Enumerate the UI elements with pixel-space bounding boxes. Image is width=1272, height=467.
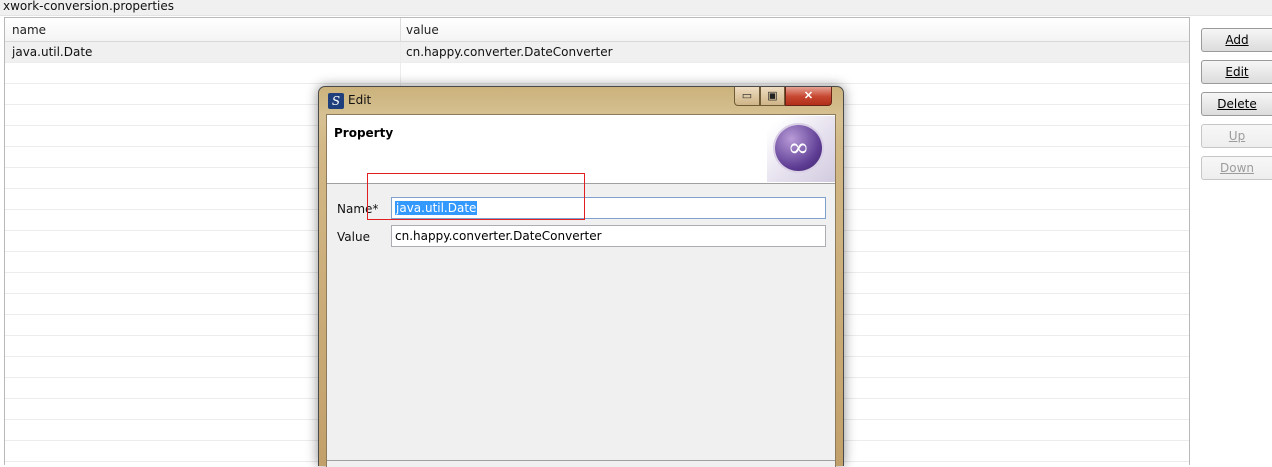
down-button[interactable]: Down (1201, 156, 1272, 180)
name-field-value: java.util.Date (395, 201, 478, 215)
dialog-titlebar[interactable]: S Edit ▭ ▣ ✕ (319, 87, 843, 114)
dialog-header: Property ∞ (327, 115, 835, 184)
dialog-client: Property ∞ Name* java.util.Date Value cn… (326, 114, 836, 467)
name-label: Name* (337, 202, 379, 216)
close-icon[interactable]: ✕ (785, 87, 832, 106)
table-header: name value (5, 18, 1189, 42)
cell-name (5, 63, 401, 84)
dialog-separator (327, 460, 835, 461)
file-title: xwork-conversion.properties (0, 0, 1272, 16)
dialog-title: Edit (348, 93, 372, 107)
delete-button[interactable]: Delete (1201, 92, 1272, 116)
table-row[interactable] (5, 63, 1189, 84)
banner-image: ∞ (767, 116, 835, 182)
add-button[interactable]: Add (1201, 28, 1272, 52)
column-header-value[interactable]: value (401, 18, 1187, 42)
name-field[interactable]: java.util.Date (391, 197, 826, 219)
cell-name: java.util.Date (5, 42, 401, 63)
eclipse-s-icon: S (328, 93, 344, 109)
column-header-name[interactable]: name (5, 18, 401, 42)
dialog-heading: Property (334, 126, 394, 140)
value-field[interactable]: cn.happy.converter.DateConverter (391, 225, 826, 247)
cell-value: cn.happy.converter.DateConverter (406, 45, 613, 59)
value-field-value: cn.happy.converter.DateConverter (395, 229, 602, 243)
cell-value (401, 63, 1187, 84)
value-label: Value (337, 230, 370, 244)
minimize-icon[interactable]: ▭ (734, 87, 760, 106)
edit-button[interactable]: Edit (1201, 60, 1272, 84)
up-button[interactable]: Up (1201, 124, 1272, 148)
table-row[interactable]: java.util.Date cn.happy.converter.DateCo… (5, 42, 1189, 63)
eclipse-logo-icon: ∞ (775, 125, 822, 171)
edit-dialog: S Edit ▭ ▣ ✕ Property ∞ Name* java.util.… (318, 86, 844, 467)
maximize-icon[interactable]: ▣ (760, 87, 785, 106)
